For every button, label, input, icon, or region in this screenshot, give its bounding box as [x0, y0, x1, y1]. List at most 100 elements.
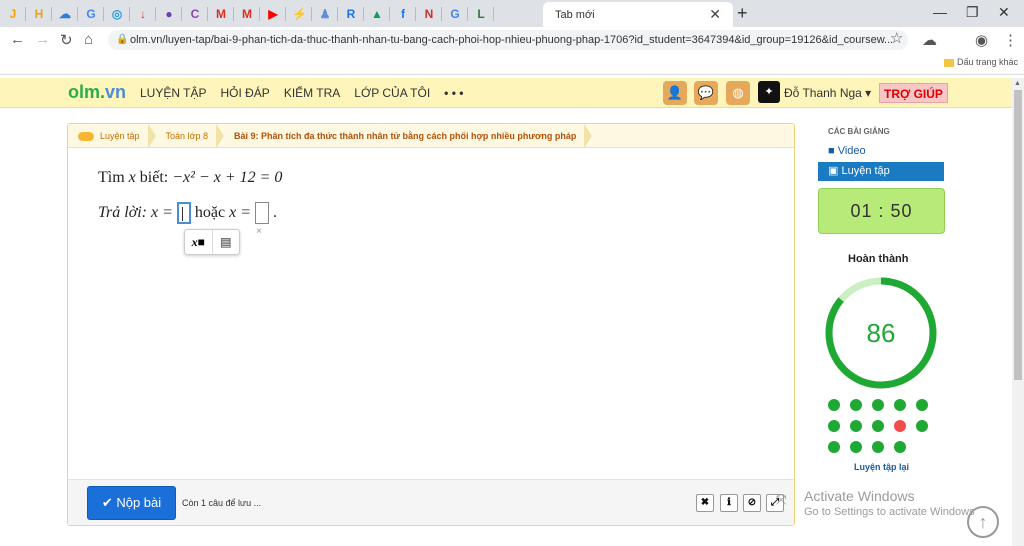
question-dot[interactable] — [828, 420, 840, 432]
question-dot[interactable] — [850, 441, 862, 453]
answer-input-2[interactable] — [255, 202, 270, 224]
home-icon[interactable]: ⌂ — [84, 31, 93, 48]
breadcrumb-toan-lop-8[interactable]: Toán lớp 8 — [156, 123, 225, 148]
h-icon[interactable]: H — [32, 7, 46, 21]
r-icon[interactable]: R — [344, 7, 358, 21]
clear-icon[interactable]: ✖ — [696, 494, 714, 512]
extension-icon[interactable]: ☁ — [922, 31, 937, 49]
power-button[interactable]: x■ — [185, 230, 212, 254]
menu-kiem-tra[interactable]: KIỂM TRA — [284, 86, 340, 100]
cloud-icon[interactable]: ☁ — [58, 7, 72, 21]
sidebar-item-video[interactable]: ■ Video — [818, 142, 944, 161]
tab-new-tab[interactable]: Tab mới ✕ — [543, 2, 733, 27]
tab-separator — [389, 6, 390, 21]
answer-input-1[interactable] — [176, 202, 191, 224]
menu-luyen-tap[interactable]: LUYỆN TẬP — [140, 86, 206, 100]
reload-icon[interactable]: ↻ — [60, 31, 73, 49]
scroll-up-icon[interactable]: ▲ — [1014, 80, 1021, 87]
menu-dots-icon[interactable]: ⋮ — [1003, 31, 1018, 49]
download-icon[interactable]: ↓ — [136, 7, 150, 21]
menu-lop-cua-toi[interactable]: LỚP CỦA TÔI — [354, 86, 430, 100]
answer-label: Trả lời: — [98, 204, 147, 221]
user-menu[interactable]: Đỗ Thanh Nga ▾ — [784, 86, 871, 100]
youtube-icon[interactable]: ▶ — [266, 7, 280, 21]
profile-icon[interactable]: ◉ — [975, 31, 988, 49]
expand-icon[interactable]: ⤧ — [776, 492, 786, 508]
question-dot[interactable] — [872, 399, 884, 411]
scroll-top-icon[interactable]: ↑ — [967, 506, 999, 538]
back-icon[interactable]: ← — [10, 31, 25, 48]
block-icon[interactable]: ⊘ — [743, 494, 761, 512]
translate-icon[interactable]: G — [84, 7, 98, 21]
question-dot[interactable] — [828, 399, 840, 411]
answer-lhs-2: x = — [229, 204, 252, 221]
gmail-icon[interactable]: M — [214, 7, 228, 21]
question-dot[interactable] — [850, 420, 862, 432]
activate-windows-watermark: Activate Windows Go to Settings to activ… — [804, 488, 975, 518]
menu-more[interactable]: • • • — [444, 86, 463, 100]
fraction-button[interactable]: ▤ — [211, 230, 240, 254]
c-icon[interactable]: C — [188, 7, 202, 21]
answer-row: Trả lời: x = hoặc x = . — [98, 202, 277, 224]
circle-icon[interactable]: ● — [162, 7, 176, 21]
olm-logo[interactable]: olm.vn — [68, 82, 126, 103]
question-var: x — [128, 169, 136, 186]
question-dot[interactable] — [894, 399, 906, 411]
answer-lhs-1: x = — [151, 204, 173, 221]
bookmark-star-icon[interactable]: ☆ — [890, 29, 903, 47]
question-dot[interactable] — [872, 420, 884, 432]
bookmarks-bar: Dấu trang khác — [0, 53, 1024, 75]
google-icon[interactable]: G — [448, 7, 462, 21]
activate-title: Activate Windows — [804, 488, 915, 504]
question-dot[interactable] — [916, 399, 928, 411]
page-scrollbar[interactable]: ▲ — [1012, 78, 1024, 546]
sidebar-item-practice[interactable]: ▣ Luyện tập — [818, 162, 944, 181]
close-icon[interactable]: ✕ — [709, 6, 721, 23]
chat-icon[interactable]: 💬 — [694, 81, 718, 105]
l-icon[interactable]: L — [474, 7, 488, 21]
help-button[interactable]: TRỢ GIÚP — [879, 83, 948, 103]
scroll-thumb[interactable] — [1014, 90, 1022, 380]
gmail-icon-2[interactable]: M — [240, 7, 254, 21]
completion-gauge: 86 — [825, 277, 937, 389]
url-input[interactable]: 🔒 olm.vn/luyen-tap/bai-9-phan-tich-da-th… — [108, 30, 908, 50]
forward-icon[interactable]: → — [35, 31, 50, 48]
new-tab-icon[interactable]: + — [737, 3, 748, 24]
main-menu: LUYỆN TẬP HỎI ĐÁP KIỂM TRA LỚP CỦA TÔI •… — [140, 86, 463, 100]
completion-label: Hoàn thành — [848, 253, 909, 265]
globe-icon[interactable]: ◍ — [726, 81, 750, 105]
facebook-icon[interactable]: f — [396, 7, 410, 21]
browser-tab-bar: J H ☁ G ◎ ↓ ● C M M ▶ ⚡ ♟ R ▲ f N G L — [0, 0, 1024, 27]
info-icon[interactable]: ℹ — [720, 494, 738, 512]
bolt-icon[interactable]: ⚡ — [292, 7, 307, 21]
question-dot[interactable] — [828, 441, 840, 453]
menu-hoi-dap[interactable]: HỎI ĐÁP — [220, 86, 269, 100]
question-dot[interactable] — [894, 441, 906, 453]
add-friend-icon[interactable]: 👤 — [663, 81, 687, 105]
redo-practice-link[interactable]: Luyện tập lại — [854, 462, 909, 472]
people-icon[interactable]: ♟ — [318, 7, 332, 21]
minimize-icon[interactable]: — — [933, 4, 947, 20]
window-close-icon[interactable]: ✕ — [998, 4, 1010, 21]
answer-end: . — [273, 204, 278, 221]
other-bookmarks[interactable]: Dấu trang khác — [943, 57, 1018, 67]
o-icon[interactable]: ◎ — [110, 7, 124, 21]
tab-separator — [51, 6, 52, 21]
breadcrumb-luyen-tap[interactable]: Luyện tập — [68, 123, 156, 148]
tab-separator — [103, 6, 104, 21]
breadcrumb: Luyện tập Toán lớp 8 Bài 9: Phân tích đa… — [68, 123, 794, 148]
question-dot[interactable] — [850, 399, 862, 411]
keypad-close-icon[interactable]: × — [256, 226, 262, 237]
question-dot[interactable] — [872, 441, 884, 453]
tab-separator — [467, 6, 468, 21]
question-dot[interactable] — [916, 420, 928, 432]
question-dot[interactable] — [894, 420, 906, 432]
tab-separator — [441, 6, 442, 21]
j-icon[interactable]: J — [6, 7, 20, 21]
news-icon[interactable]: N — [422, 7, 436, 21]
avatar[interactable]: ✦ — [758, 81, 780, 103]
submit-button[interactable]: ✔ Nộp bài — [87, 486, 176, 520]
checkbox-icon: ▣ — [828, 165, 839, 177]
drive-icon[interactable]: ▲ — [370, 7, 384, 21]
restore-icon[interactable]: ❐ — [966, 4, 979, 21]
